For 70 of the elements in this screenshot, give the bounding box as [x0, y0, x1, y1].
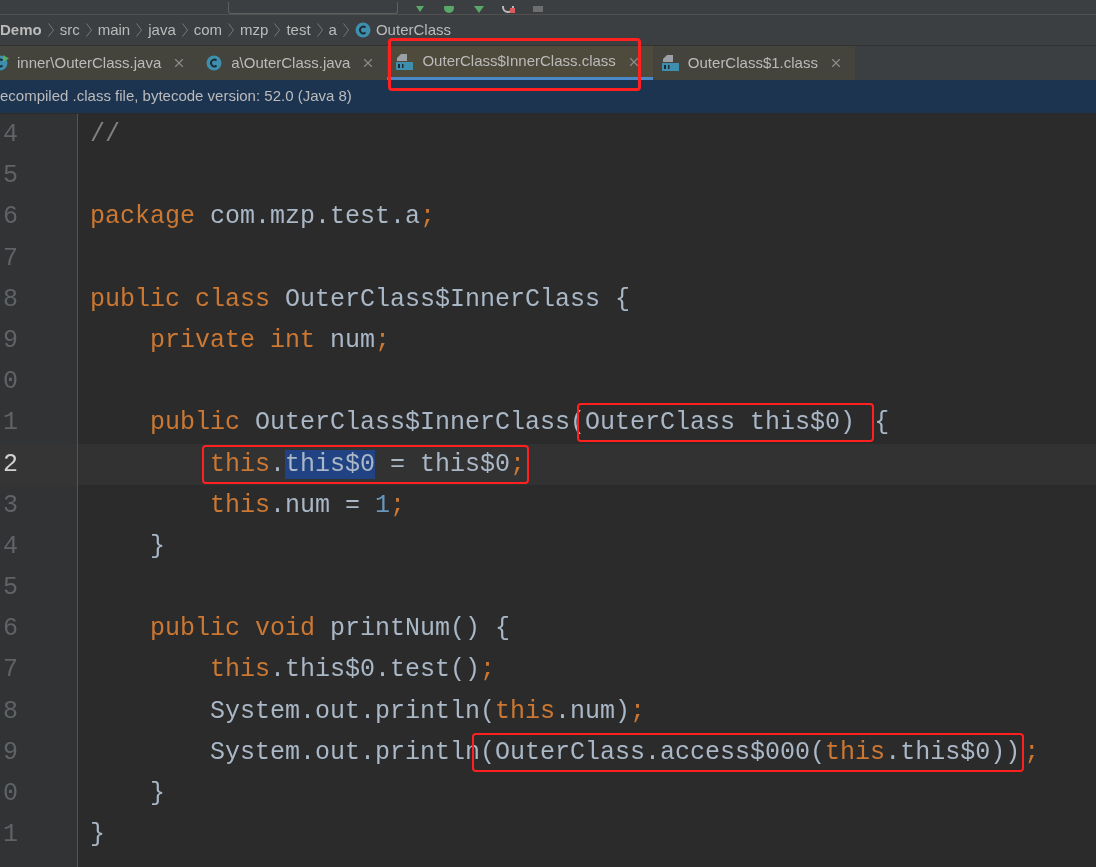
tab-label: inner\OuterClass.java: [17, 52, 162, 73]
binary-file-icon: [395, 52, 416, 71]
code-token: ;: [375, 324, 391, 357]
breadcrumb-item[interactable]: test: [286, 18, 311, 42]
separator-icon: [342, 23, 349, 37]
editor-tab[interactable]: inner\OuterClass.java: [0, 46, 199, 80]
code-token: ;: [390, 489, 406, 522]
code-token: .this$0.test(): [270, 654, 481, 687]
code-token: this: [210, 654, 270, 687]
editor-tab[interactable]: OuterClass$InnerClass.class: [387, 46, 653, 80]
code-token: public: [150, 407, 240, 440]
code-token: this$0: [285, 449, 376, 479]
separator-icon: [316, 23, 323, 37]
code-token: 1: [375, 489, 391, 522]
code-token: num: [329, 324, 376, 357]
code-token: package: [90, 201, 196, 234]
code-token: }: [150, 530, 165, 563]
editor-tab[interactable]: OuterClass$1.class: [652, 46, 855, 80]
code-token: ;: [630, 695, 646, 728]
code-token: this: [210, 489, 270, 522]
separator-icon: [274, 23, 281, 37]
editor-tab[interactable]: a\OuterClass.java: [198, 46, 388, 80]
code-token: = this$0: [389, 449, 511, 479]
separator-icon: [136, 23, 143, 37]
code-token: public class: [90, 283, 271, 316]
code-token: .: [270, 449, 286, 479]
code-token: {: [874, 407, 890, 440]
code-token: .num =: [270, 489, 362, 522]
breadcrumb-item[interactable]: src: [59, 18, 80, 42]
code-token: com.mzp.test.a: [209, 201, 421, 234]
breadcrumb-item[interactable]: main: [97, 18, 131, 42]
code-token: (OuterClass.access$000(: [480, 737, 826, 767]
breadcrumb-item[interactable]: Demo: [0, 18, 42, 42]
breadcrumb-item[interactable]: mzp: [240, 18, 269, 42]
debug-icon[interactable]: [442, 6, 456, 14]
code-token: printNum() {: [329, 613, 511, 646]
line-number: 2: [3, 449, 18, 479]
code-token: .this$0)): [885, 737, 1021, 767]
code-token: ;: [480, 654, 496, 687]
code-token: }: [90, 819, 105, 852]
breadcrumb-item[interactable]: OuterClass: [375, 18, 451, 42]
tab-label: OuterClass$1.class: [687, 52, 818, 73]
code-token: ;: [1024, 736, 1040, 769]
breadcrumb-item[interactable]: java: [148, 18, 176, 42]
banner-text: ecompiled .class file, bytecode version: 52.0 (Java 8): [0, 86, 352, 107]
class-icon: [354, 21, 373, 39]
breadcrumb-item[interactable]: a: [328, 18, 337, 42]
code-token: this: [825, 737, 886, 767]
code-token: this: [495, 695, 556, 728]
profile-icon[interactable]: [502, 6, 516, 14]
code-comment: //: [90, 119, 120, 151]
tab-label: a\OuterClass.java: [231, 52, 351, 73]
code-token: .num): [555, 695, 631, 728]
separator-icon: [181, 23, 188, 37]
code-token: this: [210, 449, 270, 479]
code-token: System.out.println(: [210, 695, 496, 728]
code-token: ;: [420, 201, 436, 234]
code-token: OuterClass this$0): [585, 408, 857, 438]
stop-icon[interactable]: [532, 6, 544, 14]
code-token: }: [150, 778, 165, 810]
separator-icon: [85, 23, 92, 37]
separator-icon: [47, 23, 54, 37]
code-token: private int: [150, 324, 316, 357]
code-token: ;: [510, 449, 526, 479]
code-token: public void: [150, 613, 316, 646]
binary-file-icon: [660, 54, 681, 72]
code-token: OuterClass$InnerClass {: [284, 283, 631, 316]
breadcrumb-item[interactable]: com: [193, 18, 223, 42]
separator-icon: [228, 23, 235, 37]
tab-label: OuterClass$InnerClass.class: [422, 51, 616, 72]
